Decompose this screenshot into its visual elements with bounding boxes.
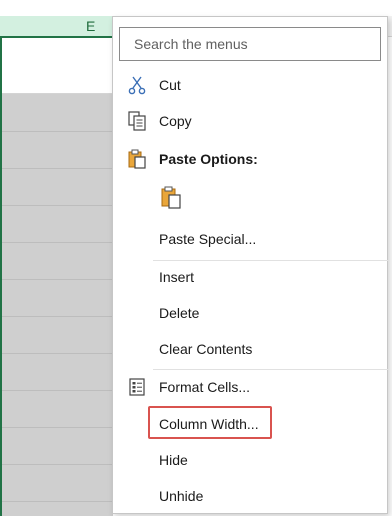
search-menus-input[interactable] xyxy=(119,27,381,61)
row-line xyxy=(2,390,113,391)
row-line xyxy=(2,279,113,280)
menu-item-label: Paste Special... xyxy=(159,231,257,247)
menu-item-format-cells[interactable]: Format Cells... xyxy=(113,372,389,402)
menu-item-label: Hide xyxy=(159,452,188,468)
format-cells-icon xyxy=(127,377,149,397)
menu-item-label: Paste Options: xyxy=(159,151,258,167)
row-line xyxy=(2,353,113,354)
menu-item-label: Copy xyxy=(159,113,192,129)
menu-item-paste-options: Paste Options: xyxy=(113,144,389,174)
row-line xyxy=(2,168,113,169)
row-line xyxy=(2,316,113,317)
menu-item-label: Clear Contents xyxy=(159,341,253,357)
row-line xyxy=(2,464,113,465)
row-line xyxy=(2,131,113,132)
menu-item-cut[interactable]: Cut xyxy=(113,70,389,100)
paste-button[interactable] xyxy=(113,183,389,213)
selected-column-cells[interactable] xyxy=(2,94,113,516)
menu-separator xyxy=(153,369,389,370)
active-cell[interactable] xyxy=(2,38,113,94)
menu-item-insert[interactable]: Insert xyxy=(113,262,389,292)
menu-item-paste-special[interactable]: Paste Special... xyxy=(113,224,389,254)
menu-item-clear-contents[interactable]: Clear Contents xyxy=(113,334,389,364)
menu-item-label: Delete xyxy=(159,305,200,321)
row-line xyxy=(2,501,113,502)
menu-item-unhide[interactable]: Unhide xyxy=(113,481,389,511)
scissors-icon xyxy=(127,75,149,95)
column-letter: E xyxy=(86,18,96,34)
menu-item-hide[interactable]: Hide xyxy=(113,445,389,475)
menu-item-delete[interactable]: Delete xyxy=(113,298,389,328)
row-line xyxy=(2,205,113,206)
menu-item-label: Cut xyxy=(159,77,181,93)
menu-item-label: Format Cells... xyxy=(159,379,251,395)
clipboard-icon xyxy=(127,149,149,169)
row-line xyxy=(2,242,113,243)
column-width-highlight xyxy=(148,406,272,439)
menu-item-label: Insert xyxy=(159,269,195,285)
row-line xyxy=(2,427,113,428)
menu-item-copy[interactable]: Copy xyxy=(113,106,389,136)
menu-item-label: Unhide xyxy=(159,488,204,504)
context-menu: Cut Copy Paste Options: xyxy=(112,16,389,514)
paste-icon xyxy=(160,186,182,209)
menu-separator xyxy=(153,260,389,261)
copy-icon xyxy=(127,111,149,131)
